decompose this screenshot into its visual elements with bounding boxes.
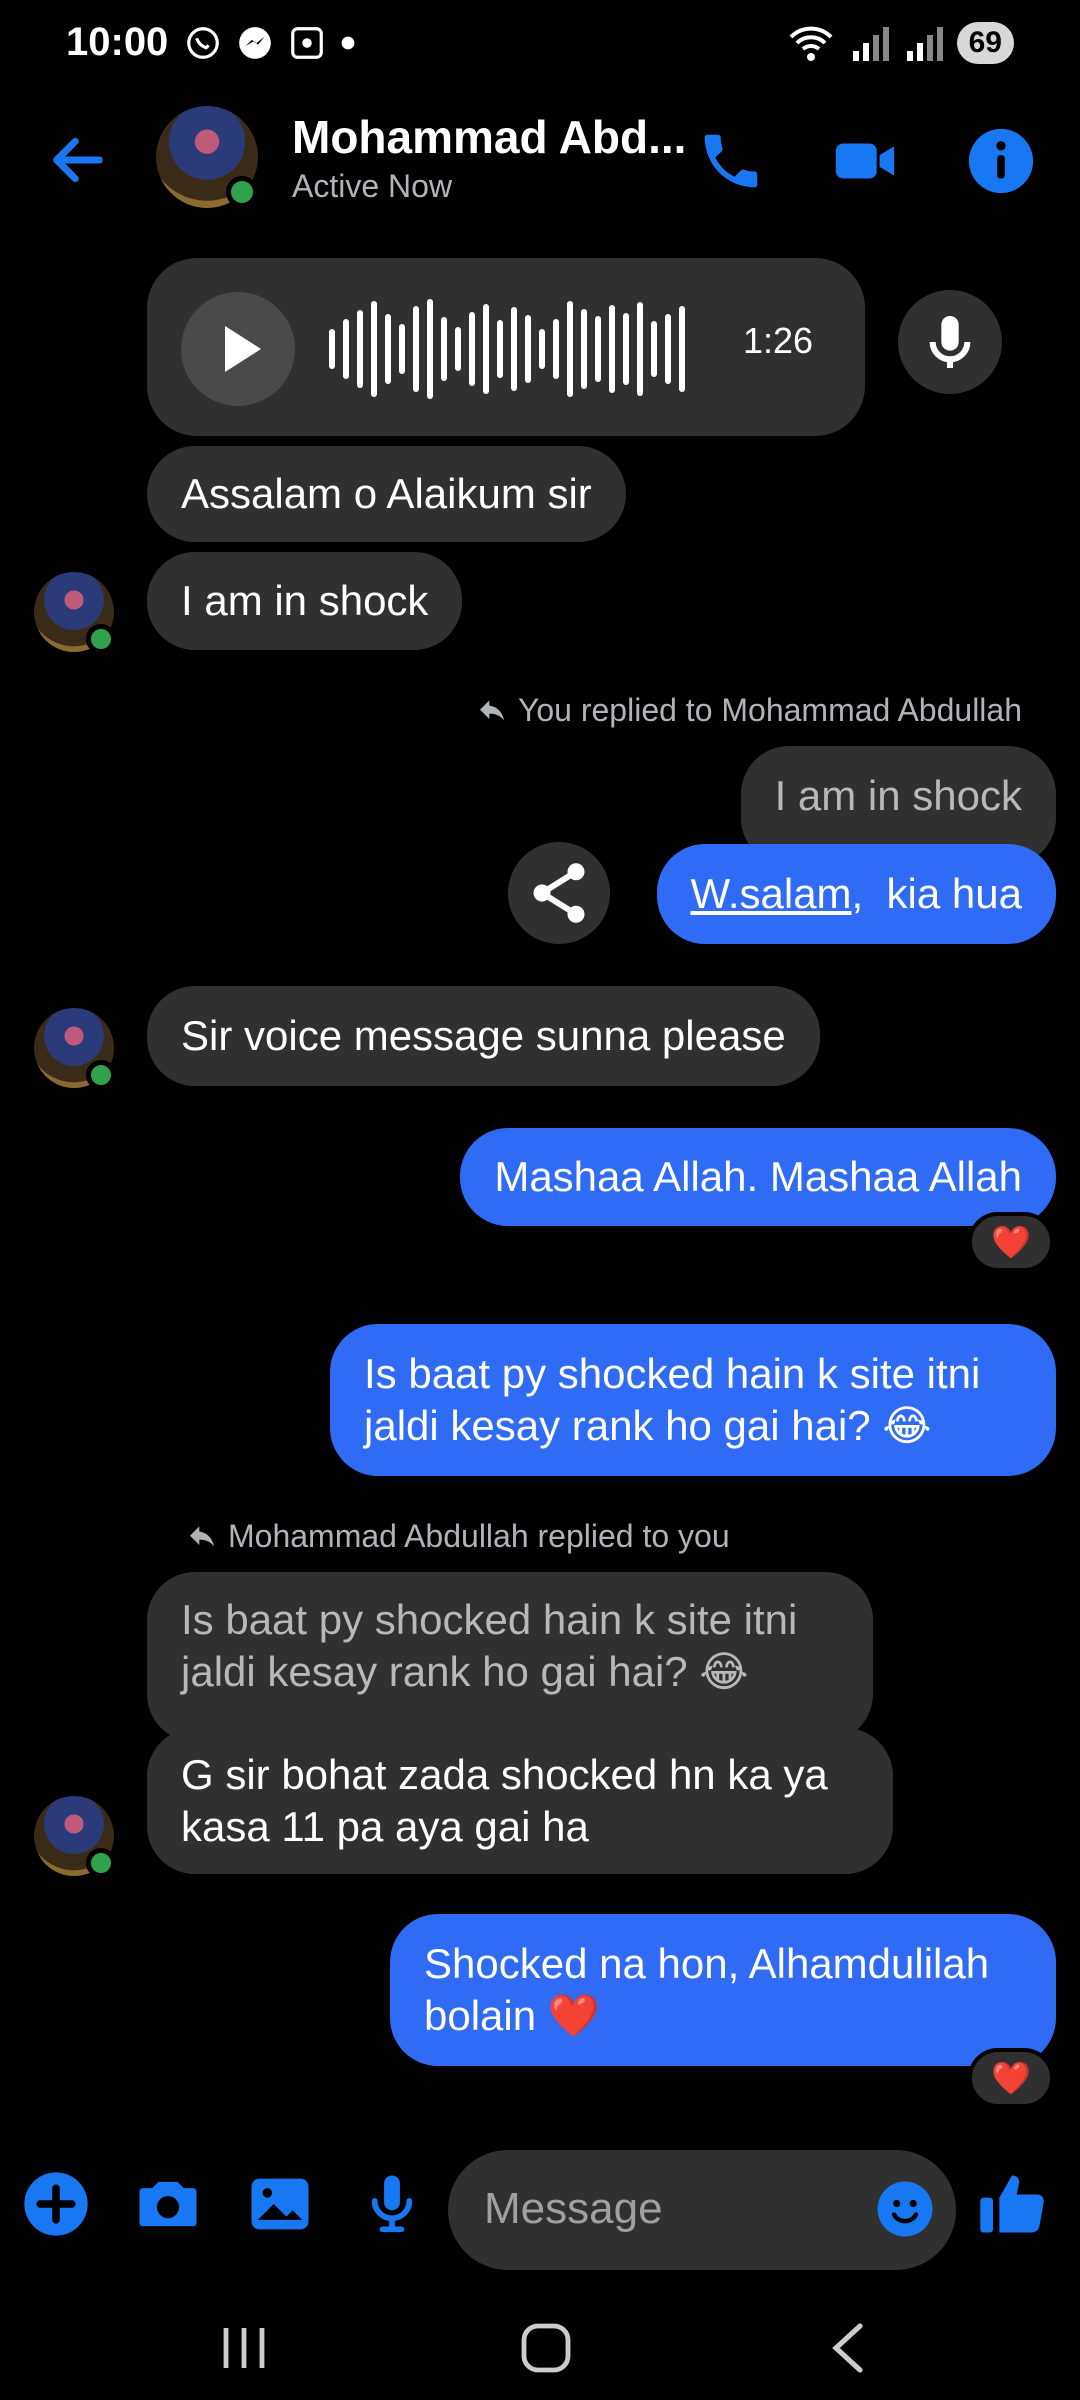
system-status-icons: 69 <box>787 22 1014 64</box>
share-icon <box>533 863 585 923</box>
gallery-icon[interactable] <box>242 2166 318 2242</box>
recent-apps-icon[interactable] <box>216 2324 272 2372</box>
play-icon <box>225 326 261 372</box>
wifi-icon <box>789 26 833 61</box>
mic-icon[interactable] <box>354 2166 430 2242</box>
online-indicator <box>86 624 116 654</box>
outgoing-message[interactable]: W.salam , kia hua <box>656 844 1056 944</box>
notification-icons <box>184 24 356 62</box>
reply-note: Mohammad Abdullah replied to you <box>186 1518 730 1555</box>
message-text: Mashaa Allah. Mashaa Allah <box>494 1153 1022 1200</box>
online-indicator <box>226 176 258 208</box>
heart-reaction[interactable]: ❤️ <box>968 1212 1054 1272</box>
mic-icon <box>929 316 971 368</box>
info-icon[interactable] <box>966 126 1036 196</box>
message-text: Shocked na hon, Alhamdulilah bolain ❤️ <box>424 1940 990 2039</box>
screenshot-icon <box>291 27 323 59</box>
system-navigation-bar <box>0 2280 1080 2400</box>
share-button[interactable] <box>508 842 610 944</box>
whatsapp-icon <box>187 27 219 59</box>
outgoing-message[interactable]: Mashaa Allah. Mashaa Allah <box>460 1128 1056 1226</box>
outgoing-message[interactable]: Is baat py shocked hain k site itni jald… <box>330 1324 1056 1476</box>
messenger-icon <box>239 27 271 59</box>
incoming-message[interactable]: I am in shock <box>147 552 463 650</box>
message-text: Is baat py shocked hain k site itni jald… <box>364 1350 981 1449</box>
play-button[interactable] <box>181 292 295 406</box>
quoted-text: I am in shock <box>774 772 1022 819</box>
incoming-message[interactable]: G sir bohat zada shocked hn ka ya kasa 1… <box>147 1728 893 1874</box>
message-text: Sir voice message sunna please <box>181 1012 786 1059</box>
reply-note: You replied to Mohammad Abdullah <box>476 692 1022 729</box>
message-text: I am in shock <box>181 577 429 624</box>
like-icon[interactable] <box>974 2166 1050 2242</box>
message-text: G sir bohat zada shocked hn ka ya kasa 1… <box>181 1751 828 1850</box>
reply-arrow-icon <box>190 1525 214 1546</box>
video-icon[interactable] <box>830 126 900 196</box>
camera-icon[interactable] <box>130 2166 206 2242</box>
message-text: Assalam o Alaikum sir <box>181 470 592 517</box>
reply-note-text: You replied to Mohammad Abdullah <box>517 692 1022 728</box>
contact-name[interactable]: Mohammad Abd... <box>292 110 686 164</box>
online-indicator <box>86 1848 116 1878</box>
status-bar: 10:00 69 <box>0 0 1080 92</box>
audio-waveform[interactable] <box>325 294 695 404</box>
home-icon[interactable] <box>518 2320 574 2376</box>
message-link[interactable]: W.salam <box>691 868 852 920</box>
outgoing-message[interactable]: Shocked na hon, Alhamdulilah bolain ❤️ <box>390 1914 1056 2066</box>
back-arrow-icon[interactable] <box>46 128 110 192</box>
voice-duration: 1:26 <box>743 320 814 361</box>
active-status: Active Now <box>292 168 453 204</box>
dot-icon <box>341 36 355 50</box>
signal-icon-2 <box>906 27 943 61</box>
quoted-text: Is baat py shocked hain k site itni jald… <box>181 1596 798 1695</box>
plus-icon[interactable] <box>18 2166 94 2242</box>
message-input[interactable]: Message <box>448 2150 956 2270</box>
incoming-message[interactable]: Sir voice message sunna please <box>147 986 820 1086</box>
message-placeholder: Message <box>484 2184 663 2233</box>
chat-header: Mohammad Abd... Active Now <box>0 100 1080 220</box>
incoming-message[interactable]: Assalam o Alaikum sir <box>147 446 626 542</box>
battery-level: 69 <box>956 22 1014 64</box>
online-indicator <box>86 1060 116 1090</box>
signal-icon <box>852 27 889 61</box>
reply-arrow-icon <box>479 699 504 720</box>
mic-button[interactable] <box>898 290 1002 394</box>
message-text: , kia hua <box>851 870 1022 917</box>
phone-icon[interactable] <box>696 126 766 196</box>
composer-bar: Message <box>0 2150 1080 2280</box>
back-nav-icon[interactable] <box>824 2320 872 2376</box>
heart-reaction[interactable]: ❤️ <box>968 2048 1054 2108</box>
quoted-message[interactable]: Is baat py shocked hain k site itni jald… <box>147 1572 873 1742</box>
voice-message-bubble[interactable]: 1:26 <box>147 258 865 436</box>
emoji-icon[interactable] <box>872 2176 938 2242</box>
status-time: 10:00 <box>66 20 169 64</box>
reply-note-text: Mohammad Abdullah replied to you <box>228 1518 730 1554</box>
